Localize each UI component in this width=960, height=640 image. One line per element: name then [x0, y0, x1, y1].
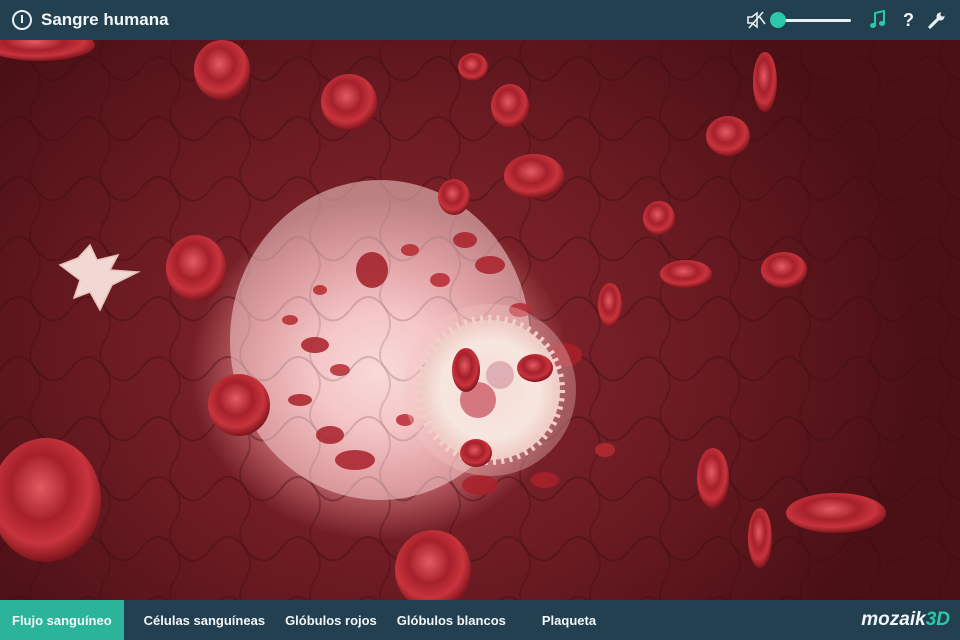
- bottom-bar: Flujo sanguíneo Células sanguíneas Glóbu…: [0, 600, 960, 640]
- brand-name: mozaik: [861, 609, 926, 630]
- blood-vessel-scene[interactable]: [0, 40, 960, 600]
- brand-logo: mozaik 3D: [861, 600, 950, 640]
- blood-vessel-illustration: [0, 40, 960, 600]
- volume-slider-thumb[interactable]: [770, 12, 786, 28]
- tab-plaqueta[interactable]: Plaqueta: [518, 600, 608, 640]
- volume-slider[interactable]: [770, 10, 851, 30]
- wrench-icon[interactable]: [928, 11, 946, 29]
- app-title: Sangre humana: [41, 10, 169, 29]
- brand-accent: 3D: [925, 609, 950, 630]
- speaker-muted-icon[interactable]: [745, 10, 767, 30]
- top-bar: Sangre humana ?: [0, 0, 960, 40]
- top-controls: ?: [745, 0, 946, 40]
- music-note-icon[interactable]: [869, 10, 887, 30]
- tab-flujo-sanguineo[interactable]: Flujo sanguíneo: [0, 600, 124, 640]
- tab-globulos-blancos[interactable]: Glóbulos blancos: [389, 600, 518, 640]
- power-icon[interactable]: [12, 10, 32, 30]
- tab-celulas-sanguineas[interactable]: Células sanguíneas: [124, 600, 277, 640]
- question-icon[interactable]: ?: [903, 10, 914, 31]
- tab-globulos-rojos[interactable]: Glóbulos rojos: [277, 600, 389, 640]
